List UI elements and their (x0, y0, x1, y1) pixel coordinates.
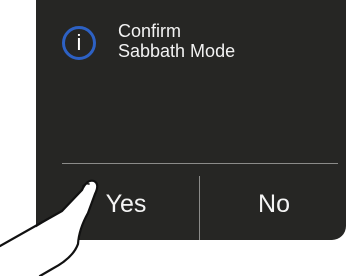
screen: i Confirm Sabbath Mode Yes No (0, 0, 346, 276)
message-line-mode: Sabbath Mode (118, 41, 236, 61)
yes-button[interactable]: Yes (76, 168, 176, 240)
horizontal-divider (62, 163, 338, 164)
confirm-dialog: i Confirm Sabbath Mode Yes No (36, 0, 346, 240)
no-button[interactable]: No (219, 168, 329, 240)
dialog-message: Confirm Sabbath Mode (118, 21, 235, 61)
info-icon: i (62, 26, 96, 60)
vertical-divider (199, 176, 200, 240)
message-line-confirm: Confirm (118, 21, 182, 41)
